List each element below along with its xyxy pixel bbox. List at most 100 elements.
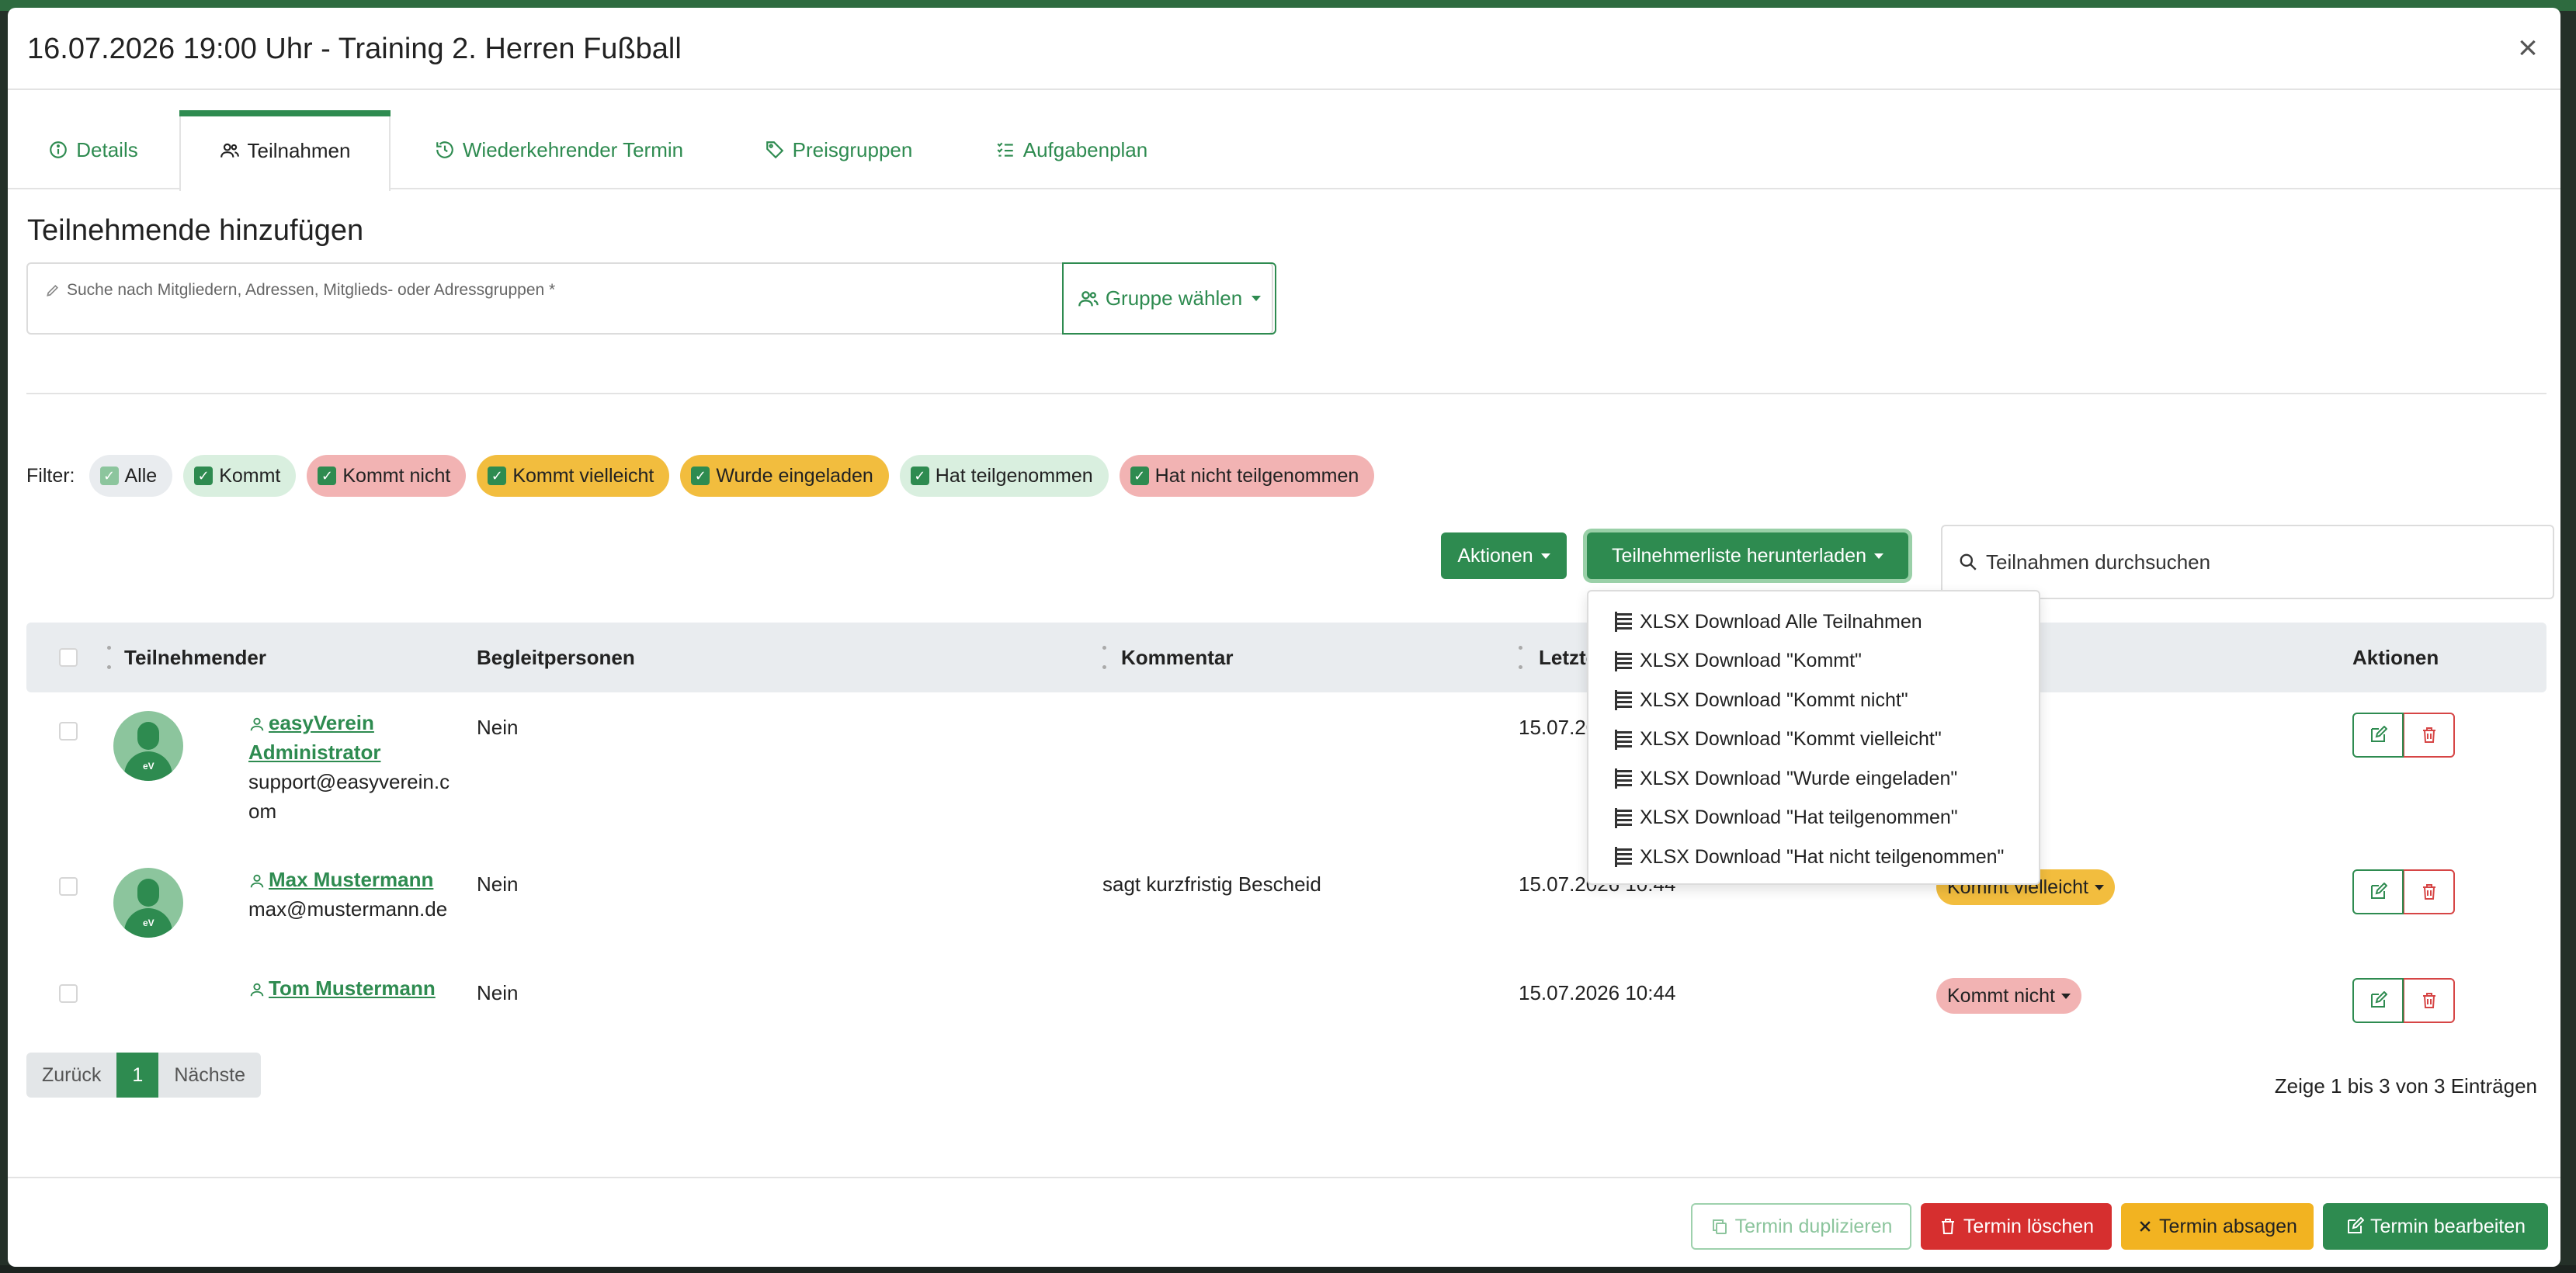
edit-row-button[interactable] [2352,978,2404,1023]
menu-item-label: XLSX Download "Hat teilgenommen" [1640,806,1958,829]
spreadsheet-icon [1615,807,1632,828]
filter-chip-hat-nicht-teilgenommen[interactable]: ✓ Hat nicht teilgenommen [1119,455,1375,497]
tab-preisgruppen[interactable]: Preisgruppen [745,110,932,189]
download-hat-teilgenommen-item[interactable]: XLSX Download "Hat teilgenommen" [1588,799,2039,838]
tab-label: Aufgabenplan [1022,137,1148,161]
participant-name-link[interactable]: Tom Mustermann [269,973,436,1003]
column-header-companions[interactable]: Begleitpersonen [477,623,635,692]
duplicate-label: Termin duplizieren [1734,1215,1893,1237]
avatar: eV [113,711,183,781]
row-checkbox[interactable] [59,722,78,741]
group-select-button[interactable]: Gruppe wählen [1062,262,1276,335]
sort-handle-icon[interactable] [107,646,112,669]
edit-icon [2347,1217,2364,1233]
add-participant-input[interactable]: Suche nach Mitgliedern, Adressen, Mitgli… [45,281,555,300]
download-kommt-nicht-item[interactable]: XLSX Download "Kommt nicht" [1588,681,2039,720]
delete-row-button[interactable] [2404,869,2455,914]
sort-handle-icon[interactable] [1519,646,1523,669]
checkbox-icon: ✓ [99,467,119,485]
info-circle-icon [50,141,68,158]
chevron-down-icon [1252,296,1262,301]
tab-label: Teilnahmen [247,138,351,162]
user-icon [250,874,264,888]
menu-item-label: XLSX Download "Hat nicht teilgenommen" [1640,845,2005,868]
filter-chip-alle[interactable]: ✓ Alle [89,455,173,497]
select-all-checkbox[interactable] [59,648,78,667]
cancel-label: Termin absagen [2159,1215,2297,1237]
edit-row-button[interactable] [2352,869,2404,914]
pencil-icon [47,284,59,297]
sort-handle-icon[interactable] [1102,646,1107,669]
participant-name-link[interactable]: easyVerein [269,708,374,737]
comment-cell: sagt kurzfristig Bescheid [1102,872,1321,896]
history-icon [436,141,453,158]
row-actions [2352,713,2455,758]
filter-chip-kommt[interactable]: ✓ Kommt [183,455,297,497]
table-search-placeholder: Teilnahmen durchsuchen [1986,550,2211,574]
tab-aufgabenplan[interactable]: Aufgabenplan [978,110,1165,189]
actions-label: Aktionen [1457,544,1533,567]
row-actions [2352,978,2455,1023]
download-list-button[interactable]: Teilnehmerliste herunterladen [1587,532,1908,579]
column-header-actions: Aktionen [2352,645,2439,669]
filter-chip-hat-teilgenommen[interactable]: ✓ Hat teilgenommen [899,455,1109,497]
participant-email: support@easyverein.c [248,770,450,793]
companions-cell: Nein [477,716,519,739]
event-modal: 16.07.2026 19:00 Uhr - Training 2. Herre… [8,8,2560,1267]
actions-dropdown-button[interactable]: Aktionen [1441,532,1567,579]
pagination-info: Zeige 1 bis 3 von 3 Einträgen [2274,1074,2537,1098]
menu-item-label: XLSX Download "Wurde eingeladen" [1640,767,1958,789]
status-badge[interactable]: Kommt nicht [1936,978,2081,1014]
delete-row-button[interactable] [2404,978,2455,1023]
filter-chip-kommt-nicht[interactable]: ✓ Kommt nicht [307,455,467,497]
edit-icon [2371,726,2387,742]
checkbox-icon: ✓ [194,467,214,485]
filter-chip-kommt-vielleicht[interactable]: ✓ Kommt vielleicht [477,455,670,497]
row-checkbox[interactable] [59,984,78,1003]
column-header-participant[interactable]: Teilnehmender [124,623,266,692]
trash-icon [1941,1219,1954,1234]
tag-icon [766,141,783,159]
search-icon [1960,553,1977,571]
delete-row-button[interactable] [2404,713,2455,758]
pagination-prev[interactable]: Zurück [26,1053,117,1098]
close-button[interactable]: × [2512,31,2543,65]
row-checkbox[interactable] [59,877,78,896]
download-kommt-vielleicht-item[interactable]: XLSX Download "Kommt vielleicht" [1588,720,2039,760]
download-wurde-eingeladen-item[interactable]: XLSX Download "Wurde eingeladen" [1588,759,2039,799]
pagination-next[interactable]: Nächste [158,1053,262,1098]
spreadsheet-icon [1615,650,1632,671]
chip-label: Hat nicht teilgenommen [1154,464,1359,487]
section-title: Teilnehmende hinzufügen [27,214,364,247]
trash-icon [2422,727,2435,743]
add-participant-placeholder: Suche nach Mitgliedern, Adressen, Mitgli… [67,281,556,299]
cancel-event-button[interactable]: Termin absagen [2121,1203,2314,1250]
pagination-page-1[interactable]: 1 [116,1053,159,1098]
people-icon [1078,290,1099,306]
delete-event-button[interactable]: Termin löschen [1921,1203,2112,1250]
tab-wiederkehrender-termin[interactable]: Wiederkehrender Termin [411,110,706,189]
participant-name-link-line2[interactable]: Administrator [248,737,380,767]
edit-event-button[interactable]: Termin bearbeiten [2323,1203,2548,1250]
user-icon [250,717,264,731]
menu-item-label: XLSX Download "Kommt nicht" [1640,689,1908,711]
add-participant-group: Suche nach Mitgliedern, Adressen, Mitgli… [26,262,1276,335]
tab-teilnahmen[interactable]: Teilnahmen [179,110,391,191]
download-all-item[interactable]: XLSX Download Alle Teilnahmen [1588,602,2039,642]
table-search-input[interactable]: Teilnahmen durchsuchen [1941,525,2554,599]
tab-details[interactable]: Details [8,110,179,189]
participant-name-link[interactable]: Max Mustermann [269,865,433,894]
spreadsheet-icon [1615,768,1632,789]
edit-row-button[interactable] [2352,713,2404,758]
checkbox-icon: ✓ [488,467,507,485]
chevron-down-icon [2095,884,2104,890]
duplicate-event-button[interactable]: Termin duplizieren [1691,1203,1911,1250]
column-header-comment[interactable]: Kommentar [1121,623,1233,692]
download-label: Teilnehmerliste herunterladen [1612,544,1866,567]
delete-label: Termin löschen [1963,1215,2095,1237]
spreadsheet-icon [1615,847,1632,868]
download-hat-nicht-teilgenommen-item[interactable]: XLSX Download "Hat nicht teilgenommen" [1588,838,2039,877]
filter-chip-wurde-eingeladen[interactable]: ✓ Wurde eingeladen [680,455,889,497]
download-kommt-item[interactable]: XLSX Download "Kommt" [1588,642,2039,682]
spreadsheet-icon [1615,612,1632,633]
